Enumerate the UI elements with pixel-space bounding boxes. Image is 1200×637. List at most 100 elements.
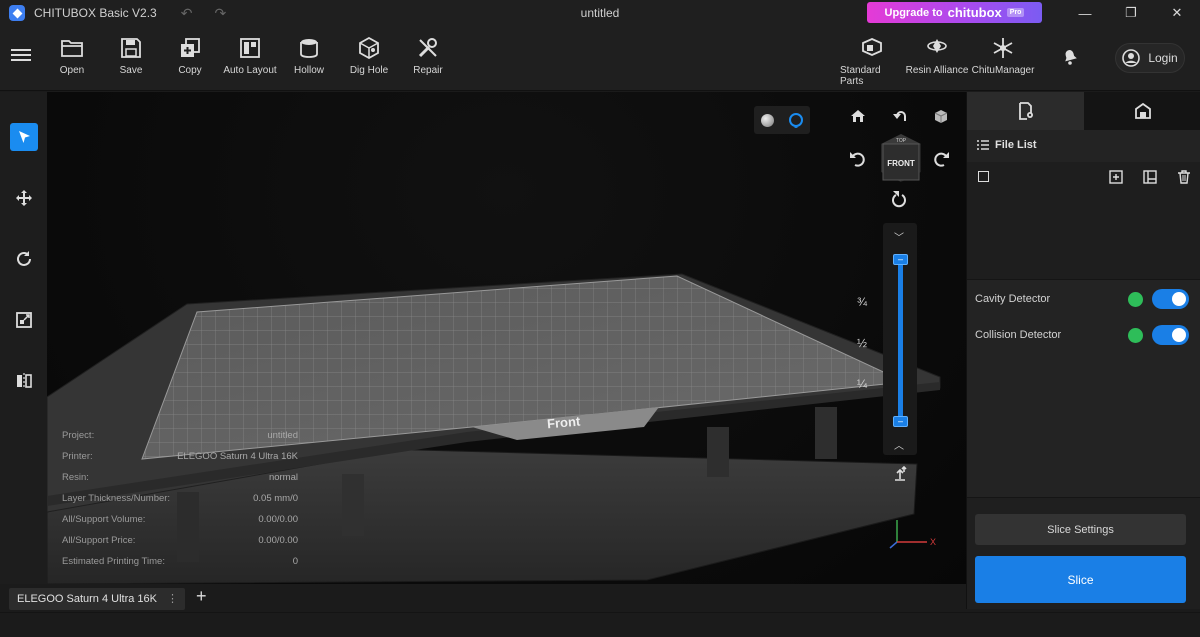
cavity-status-ok-icon <box>1128 291 1143 307</box>
main-toolbar: Open Save Copy Auto Layout Hollow Dig Ho… <box>0 26 1200 91</box>
login-button[interactable]: Login <box>1115 43 1185 73</box>
save-label: Save <box>119 65 143 76</box>
repair-button[interactable]: Repair <box>396 37 460 76</box>
rotate-view-left-icon[interactable] <box>892 108 908 124</box>
file-settings-icon <box>1018 102 1033 120</box>
select-tool-button[interactable] <box>10 123 38 151</box>
hollow-label: Hollow <box>293 65 324 76</box>
layer-slider[interactable]: ﹀ – – ¾ ½ ¼ ︿ <box>857 223 917 455</box>
dig-hole-icon <box>359 37 379 59</box>
hamburger-menu-icon[interactable] <box>11 46 31 64</box>
app-window: CHITUBOX Basic V2.3 ↶ ↷ untitled Upgrade… <box>0 0 1200 637</box>
more-options-icon[interactable]: ⋮ <box>167 588 178 610</box>
slider-bottom-handle[interactable]: – <box>893 416 908 427</box>
collision-status-ok-icon <box>1128 327 1143 343</box>
collision-detector-row: Collision Detector <box>975 323 1189 347</box>
notification-bell-icon[interactable] <box>1060 46 1080 66</box>
upgrade-brand: chitubox <box>947 5 1002 20</box>
rotate-cw-icon[interactable] <box>932 150 950 168</box>
user-avatar-icon <box>1122 49 1141 67</box>
3d-viewport[interactable]: Front FRONT TOP ﹀ – – ¾ ½ ¼ ︿ X Project:… <box>47 92 966 584</box>
upgrade-button[interactable]: Upgrade to chitubox Pro <box>867 2 1042 23</box>
info-row-resin: Resin: normal <box>62 472 298 483</box>
trash-icon[interactable] <box>1177 170 1191 184</box>
list-icon <box>977 140 989 150</box>
open-button[interactable]: Open <box>40 37 104 76</box>
home-view-icon[interactable] <box>850 108 866 124</box>
add-printer-tab-button[interactable]: + <box>196 586 207 607</box>
copy-button[interactable]: Copy <box>158 37 222 76</box>
arrange-icon[interactable] <box>1143 170 1157 184</box>
hollow-icon <box>300 39 318 58</box>
resin-alliance-label: Resin Alliance <box>905 65 969 76</box>
save-icon <box>121 38 141 58</box>
copy-icon <box>181 38 200 57</box>
resin-alliance-button[interactable]: Resin Alliance <box>905 37 969 76</box>
nav-cube-top-label: TOP <box>896 138 907 144</box>
chitumanager-icon <box>993 38 1013 58</box>
project-info-panel: Project: untitled Printer: ELEGOO Saturn 4… <box>62 425 298 572</box>
rotate-tool-button[interactable] <box>10 245 38 273</box>
rotate-down-icon[interactable] <box>891 190 909 208</box>
slice-button[interactable]: Slice <box>975 556 1186 603</box>
printer-icon <box>1134 102 1151 119</box>
file-list-area[interactable] <box>967 192 1200 280</box>
copy-label: Copy <box>178 65 202 76</box>
xray-view-button[interactable] <box>788 113 803 127</box>
dig-hole-button[interactable]: Dig Hole <box>337 37 401 76</box>
slider-mark-quarter: ¼ <box>857 377 868 391</box>
save-button[interactable]: Save <box>99 37 163 76</box>
standard-parts-icon <box>862 38 882 56</box>
plate-front-label: Front <box>546 413 581 432</box>
move-icon <box>16 190 32 206</box>
collision-detector-label: Collision Detector <box>975 329 1062 341</box>
chevron-down-icon[interactable]: ﹀ <box>894 229 904 244</box>
app-title: CHITUBOX Basic V2.3 <box>34 6 157 20</box>
info-row-project: Project: untitled <box>62 430 298 441</box>
undo-icon[interactable]: ↶ <box>181 5 193 22</box>
tab-file-settings[interactable] <box>967 92 1084 130</box>
iso-view-icon[interactable] <box>933 108 949 124</box>
cavity-detector-toggle[interactable] <box>1152 289 1189 309</box>
title-bar: CHITUBOX Basic V2.3 ↶ ↷ untitled Upgrade… <box>0 0 1200 26</box>
collision-detector-toggle[interactable] <box>1152 325 1189 345</box>
close-button[interactable]: ✕ <box>1154 0 1200 26</box>
view-navigation: FRONT TOP <box>837 102 957 242</box>
printer-tab-label: ELEGOO Saturn 4 Ultra 16K <box>17 593 158 605</box>
layer-height-icon[interactable] <box>892 466 908 482</box>
move-tool-button[interactable] <box>10 184 38 212</box>
folder-icon <box>61 40 83 57</box>
solid-view-button[interactable] <box>761 113 775 127</box>
slider-top-handle[interactable]: – <box>893 254 908 265</box>
chitumanager-label: ChituManager <box>971 65 1035 76</box>
chitumanager-button[interactable]: ChituManager <box>971 37 1035 76</box>
slider-mark-three-quarter: ¾ <box>857 295 868 309</box>
slice-settings-button[interactable]: Slice Settings <box>975 514 1186 545</box>
open-label: Open <box>59 65 85 76</box>
info-row-layer-thickness: Layer Thickness/Number: 0.05 mm/0 <box>62 493 298 504</box>
rotate-ccw-icon[interactable] <box>849 150 867 168</box>
pointer-icon <box>19 131 30 143</box>
redo-icon[interactable]: ↷ <box>214 5 226 22</box>
chevron-up-icon[interactable]: ︿ <box>894 437 904 452</box>
hollow-button[interactable]: Hollow <box>277 37 341 76</box>
login-label: Login <box>1148 51 1178 65</box>
maximize-button[interactable]: ❐ <box>1108 0 1154 26</box>
app-logo-icon <box>9 5 25 21</box>
minimize-button[interactable]: — <box>1062 0 1108 26</box>
auto-layout-label: Auto Layout <box>223 65 277 76</box>
standard-parts-button[interactable]: Standard Parts <box>840 37 904 87</box>
left-tool-bar <box>0 92 47 584</box>
axes-gizmo: X <box>889 520 936 549</box>
slider-mark-half: ½ <box>857 336 868 350</box>
select-all-checkbox[interactable] <box>978 171 989 182</box>
scale-tool-button[interactable] <box>10 306 38 334</box>
nav-cube[interactable]: FRONT TOP <box>877 132 925 184</box>
shading-toggle <box>754 106 810 134</box>
mirror-tool-button[interactable] <box>10 367 38 395</box>
auto-layout-button[interactable]: Auto Layout <box>218 37 282 76</box>
layer-range-track[interactable] <box>898 254 903 420</box>
tab-printer[interactable] <box>1084 92 1200 130</box>
printer-tab[interactable]: ELEGOO Saturn 4 Ultra 16K ⋮ <box>9 588 186 610</box>
add-file-icon[interactable] <box>1109 170 1123 184</box>
